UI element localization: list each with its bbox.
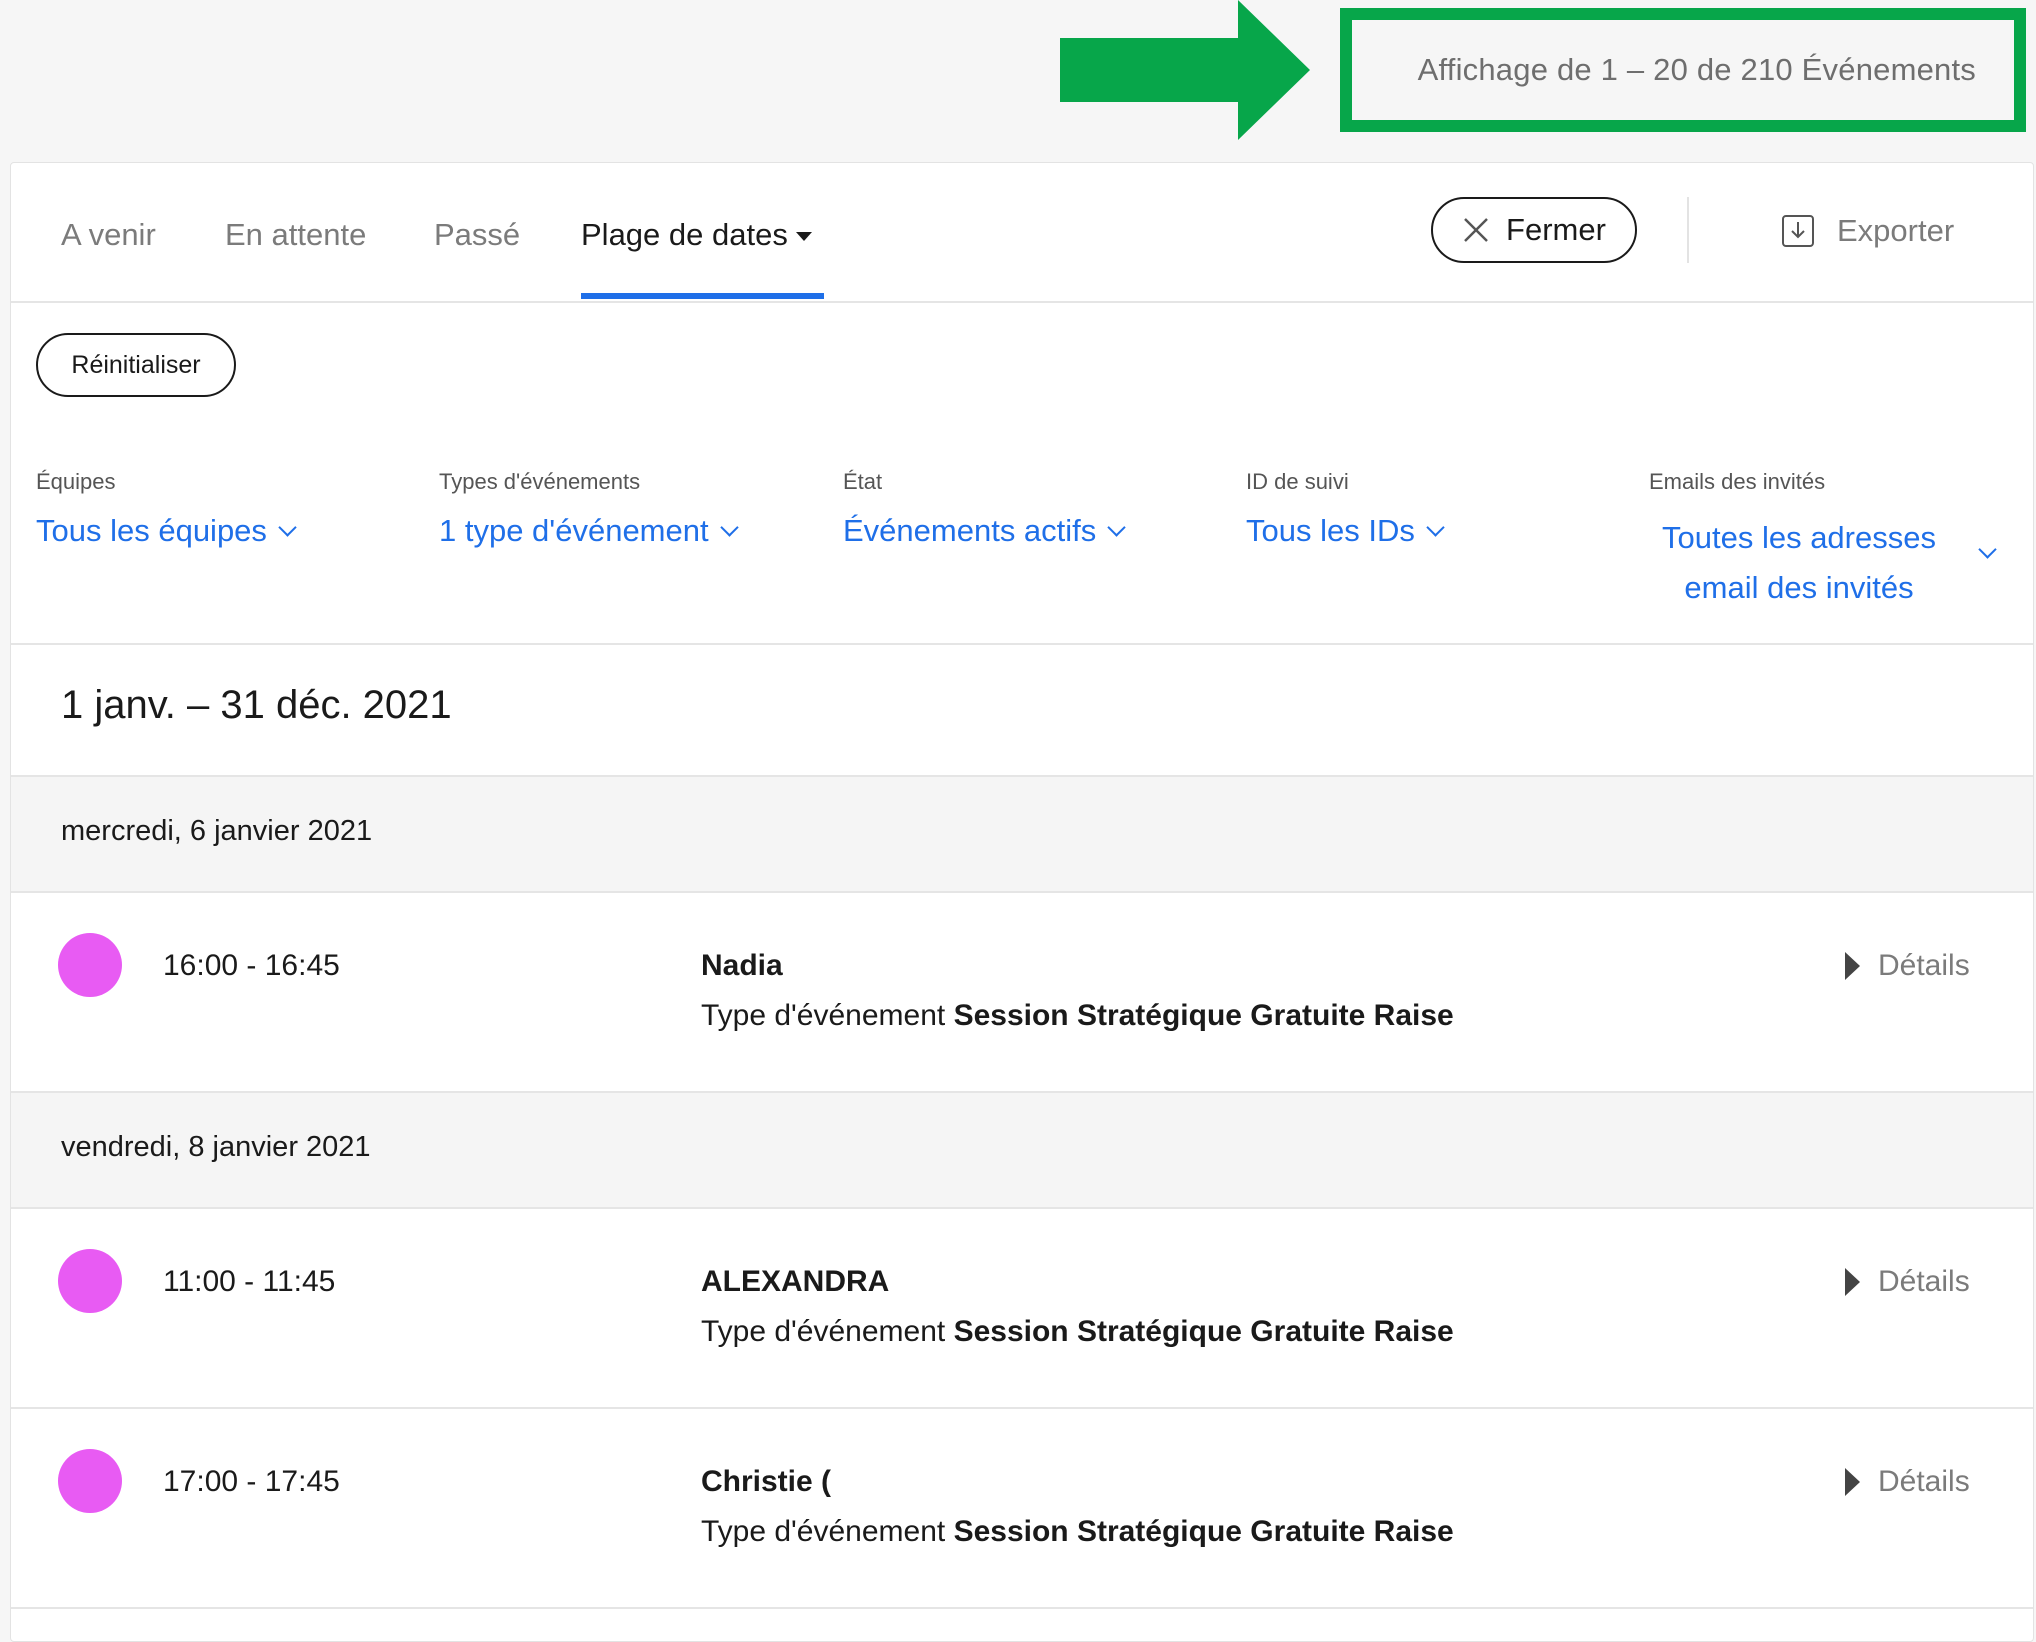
results-count: Affichage de 1 – 20 de 210 Événements [1417,52,1976,87]
date-range-title: 1 janv. – 31 déc. 2021 [61,683,452,727]
filter-event-types-dropdown[interactable]: 1 type d'événement [439,513,739,549]
caret-right-icon [1845,1468,1860,1496]
filter-teams-dropdown[interactable]: Tous les équipes [36,513,297,549]
close-button[interactable]: Fermer [1431,197,1637,263]
filter-tracking-id-value: Tous les IDs [1246,513,1415,548]
day-header-date: mercredi, 6 janvier 2021 [61,815,373,847]
details-label: Détails [1878,949,1970,982]
caret-right-icon [1845,952,1860,980]
arrow-right-icon [1060,0,1310,140]
toolbar-divider [1687,197,1689,263]
caret-down-icon [795,232,812,242]
event-time: 11:00 - 11:45 [163,1265,336,1298]
event-type-prefix: Type d'événement [701,1515,946,1548]
event-type-line: Type d'événement Session Stratégique Gra… [701,1315,1454,1349]
filter-tracking-id: ID de suivi Tous les IDs [1246,469,1445,549]
invitee-name: ALEXANDRA [701,1265,890,1298]
filter-invitee-emails: Emails des invités Toutes les adresses e… [1649,469,1949,613]
invitee-name: Christie ( [701,1465,832,1498]
active-tab-indicator [581,293,824,299]
tab-pending[interactable]: En attente [225,217,366,253]
filter-invitee-emails-label: Emails des invités [1649,469,1826,494]
tabs-bar: A venir En attente Passé Plage de dates … [11,163,2033,303]
filter-tracking-id-dropdown[interactable]: Tous les IDs [1246,513,1445,549]
close-icon [1464,218,1488,242]
details-toggle[interactable]: Détails [1845,1265,1970,1299]
reset-button[interactable]: Réinitialiser [36,333,236,397]
event-row[interactable]: 11:00 - 11:45 ALEXANDRA Type d'événement… [11,1209,2033,1409]
filter-status-value: Événements actifs [843,513,1097,548]
details-toggle[interactable]: Détails [1845,949,1970,983]
event-color-dot [58,1449,122,1513]
filter-invitee-emails-value-line1: Toutes les adresses [1662,520,1936,555]
top-banner: Affichage de 1 – 20 de 210 Événements [0,0,2036,160]
caret-right-icon [1845,1268,1860,1296]
event-color-dot [58,1249,122,1313]
filter-invitee-emails-dropdown[interactable]: Toutes les adresses email des invités [1649,513,1949,613]
export-button-label: Exporter [1837,213,1955,248]
filter-event-types-label: Types d'événements [439,469,641,494]
filter-status-label: État [843,469,883,494]
day-header-date: vendredi, 8 janvier 2021 [61,1131,371,1163]
event-type-line: Type d'événement Session Stratégique Gra… [701,1515,1454,1549]
chevron-down-icon [1107,517,1126,537]
chevron-down-icon [1426,517,1445,537]
event-color-dot [58,933,122,997]
tab-upcoming[interactable]: A venir [61,217,156,253]
event-type-line: Type d'événement Session Stratégique Gra… [701,999,1454,1033]
filter-teams-value: Tous les équipes [36,513,267,548]
day-header: vendredi, 8 janvier 2021 [11,1093,2033,1209]
event-type-name: Session Stratégique Gratuite Raise [953,1515,1454,1548]
event-row[interactable]: 17:00 - 17:45 Christie ( Type d'événemen… [11,1409,2033,1609]
filter-tracking-id-label: ID de suivi [1246,469,1349,494]
results-count-highlight: Affichage de 1 – 20 de 210 Événements [1340,8,2026,132]
details-label: Détails [1878,1465,1970,1498]
details-toggle[interactable]: Détails [1845,1465,1970,1499]
filter-invitee-emails-value-line2: email des invités [1684,570,1914,605]
event-time: 17:00 - 17:45 [163,1465,340,1498]
filter-teams-label: Équipes [36,469,116,494]
tab-date-range-label: Plage de dates [581,217,788,252]
filter-status-dropdown[interactable]: Événements actifs [843,513,1126,549]
day-header: mercredi, 6 janvier 2021 [11,777,2033,893]
event-row[interactable]: 16:00 - 16:45 Nadia Type d'événement Ses… [11,893,2033,1093]
event-time: 16:00 - 16:45 [163,949,340,982]
tab-past[interactable]: Passé [434,217,520,253]
chevron-down-icon [278,517,297,537]
filter-status: État Événements actifs [843,469,1126,549]
event-type-prefix: Type d'événement [701,1315,946,1348]
tab-date-range[interactable]: Plage de dates [581,217,812,253]
filter-event-types: Types d'événements 1 type d'événement [439,469,739,549]
events-card: A venir En attente Passé Plage de dates … [10,162,2034,1642]
download-icon [1782,215,1814,247]
details-label: Détails [1878,1265,1970,1298]
event-type-name: Session Stratégique Gratuite Raise [953,1315,1454,1348]
filter-teams: Équipes Tous les équipes [36,469,297,549]
chevron-down-icon [719,517,739,537]
event-type-prefix: Type d'événement [701,999,946,1032]
event-type-name: Session Stratégique Gratuite Raise [953,999,1454,1032]
filter-event-types-value: 1 type d'événement [439,513,709,548]
invitee-name: Nadia [701,949,783,982]
export-button[interactable]: Exporter [1781,203,1954,259]
chevron-down-icon[interactable] [1978,540,1997,559]
close-button-label: Fermer [1506,212,1606,247]
filters-divider [11,643,2033,645]
